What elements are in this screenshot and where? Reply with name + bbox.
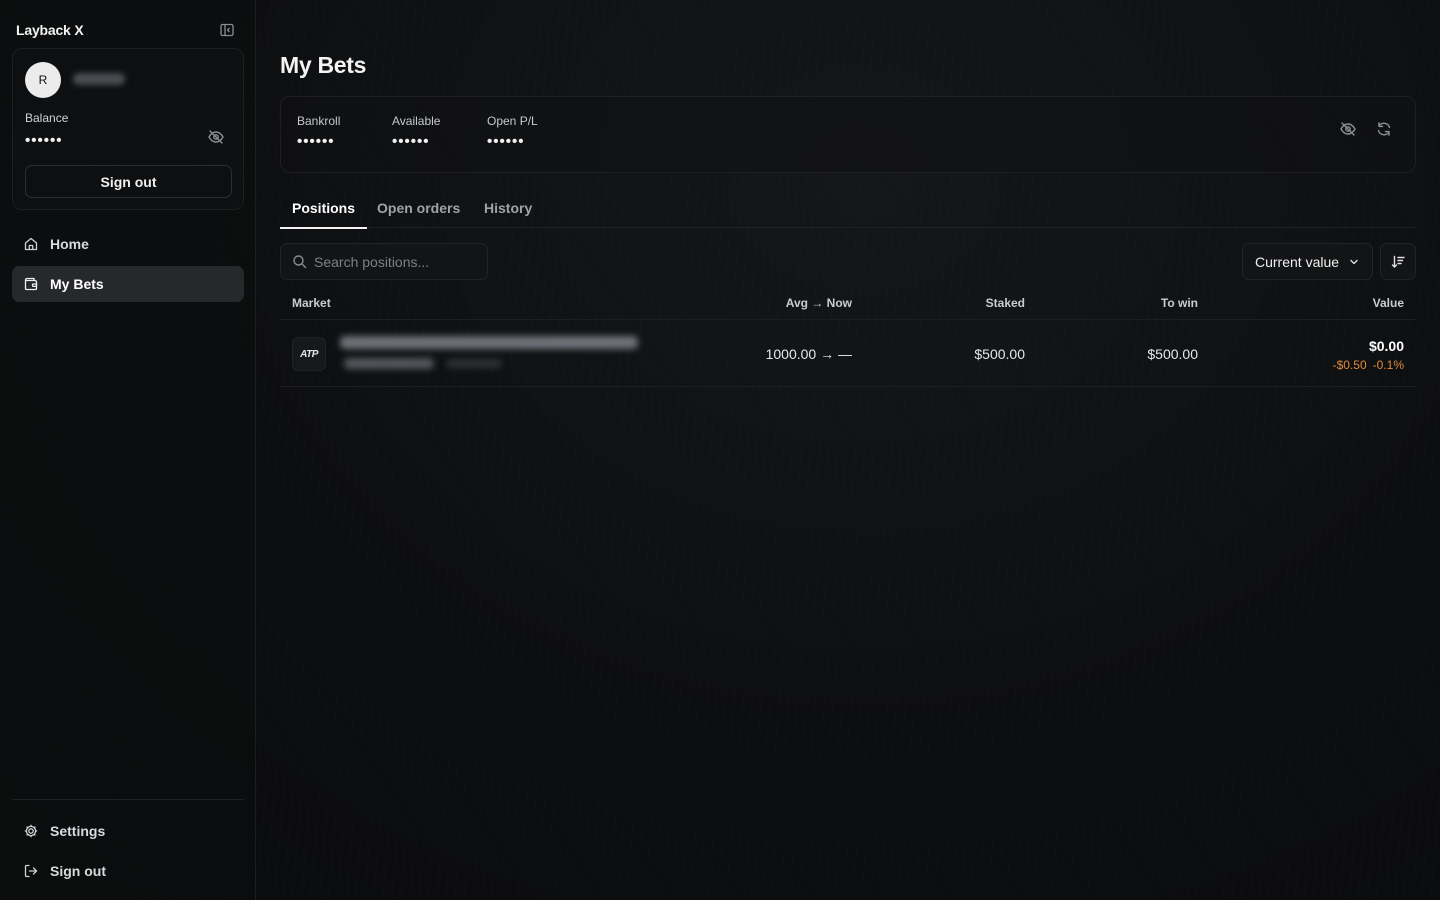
selection-redacted bbox=[344, 358, 434, 369]
sidebar-item-home[interactable]: Home bbox=[12, 226, 244, 262]
staked-cell: $500.00 bbox=[974, 346, 1025, 362]
table-row[interactable]: ATP 1000.00 → — $500.00 $500.00 $0.00 -$… bbox=[280, 321, 1416, 387]
gear-icon bbox=[23, 823, 39, 839]
value-cell: $0.00 bbox=[1368, 338, 1404, 354]
balance-label: Balance bbox=[25, 111, 69, 125]
tab-bar: Positions Open orders History bbox=[280, 192, 1416, 229]
pl-amount: -$0.50 bbox=[1332, 358, 1367, 372]
column-staked[interactable]: Staked bbox=[986, 296, 1025, 310]
avg-now-cell: 1000.00 → — bbox=[765, 346, 852, 362]
pl-percent: -0.1% bbox=[1372, 358, 1404, 372]
eye-off-icon[interactable] bbox=[1339, 120, 1357, 138]
sort-descending-icon bbox=[1390, 254, 1406, 270]
sidebar-item-label: Sign out bbox=[50, 863, 106, 879]
tab-history[interactable]: History bbox=[472, 192, 544, 228]
sidebar-item-label: My Bets bbox=[50, 276, 104, 292]
stat-label: Bankroll bbox=[297, 114, 341, 128]
to-win-cell: $500.00 bbox=[1147, 346, 1198, 362]
stat-available: Available •••••• bbox=[392, 114, 440, 150]
stat-label: Open P/L bbox=[487, 114, 538, 128]
username-redacted bbox=[73, 73, 125, 85]
account-card: R Balance •••••• Sign out bbox=[12, 48, 244, 210]
sidebar-divider bbox=[12, 799, 244, 800]
wallet-icon bbox=[23, 276, 39, 292]
refresh-icon[interactable] bbox=[1375, 120, 1393, 138]
column-avg-now[interactable]: Avg → Now bbox=[786, 296, 852, 310]
sidebar: Layback X R Balance •••••• Sign out Home… bbox=[0, 0, 256, 900]
stat-open-pl: Open P/L •••••• bbox=[487, 114, 538, 150]
sidebar-item-sign-out[interactable]: Sign out bbox=[12, 853, 244, 889]
page-title: My Bets bbox=[280, 52, 367, 78]
chevron-down-icon bbox=[1348, 256, 1360, 268]
sort-direction-button[interactable] bbox=[1380, 243, 1416, 280]
sidebar-item-my-bets[interactable]: My Bets bbox=[12, 266, 244, 302]
market-name-redacted bbox=[340, 336, 638, 349]
search-box[interactable] bbox=[280, 243, 488, 280]
pl-change: -$0.50 -0.1% bbox=[1333, 358, 1404, 372]
column-market[interactable]: Market bbox=[292, 296, 331, 310]
meta-redacted bbox=[446, 359, 502, 368]
search-input[interactable] bbox=[314, 253, 484, 270]
tab-open-orders[interactable]: Open orders bbox=[365, 192, 472, 228]
tab-positions[interactable]: Positions bbox=[280, 192, 368, 229]
column-value[interactable]: Value bbox=[1373, 296, 1404, 310]
home-icon bbox=[23, 236, 39, 252]
sidebar-item-label: Home bbox=[50, 236, 89, 252]
stat-label: Available bbox=[392, 114, 441, 128]
sidebar-item-settings[interactable]: Settings bbox=[12, 813, 244, 849]
stat-value: •••••• bbox=[487, 133, 525, 150]
stats-card: Bankroll •••••• Available •••••• Open P/… bbox=[280, 96, 1416, 173]
sidebar-item-label: Settings bbox=[50, 823, 106, 839]
atp-logo: ATP bbox=[292, 337, 326, 371]
eye-off-icon[interactable] bbox=[207, 128, 225, 146]
stat-bankroll: Bankroll •••••• bbox=[297, 114, 340, 150]
stat-value: •••••• bbox=[297, 133, 335, 150]
column-to-win[interactable]: To win bbox=[1161, 296, 1198, 310]
sort-select-value: Current value bbox=[1255, 253, 1340, 270]
sort-select[interactable]: Current value bbox=[1242, 243, 1373, 280]
collapse-sidebar-icon[interactable] bbox=[219, 22, 235, 38]
balance-value: •••••• bbox=[25, 132, 63, 149]
app-title: Layback X bbox=[16, 22, 84, 38]
avatar[interactable]: R bbox=[25, 62, 61, 98]
sign-out-button[interactable]: Sign out bbox=[25, 165, 232, 198]
search-icon bbox=[292, 254, 307, 269]
table-header: Market Avg → Now Staked To win Value bbox=[280, 292, 1416, 320]
stat-value: •••••• bbox=[392, 133, 430, 150]
logout-icon bbox=[23, 863, 39, 879]
